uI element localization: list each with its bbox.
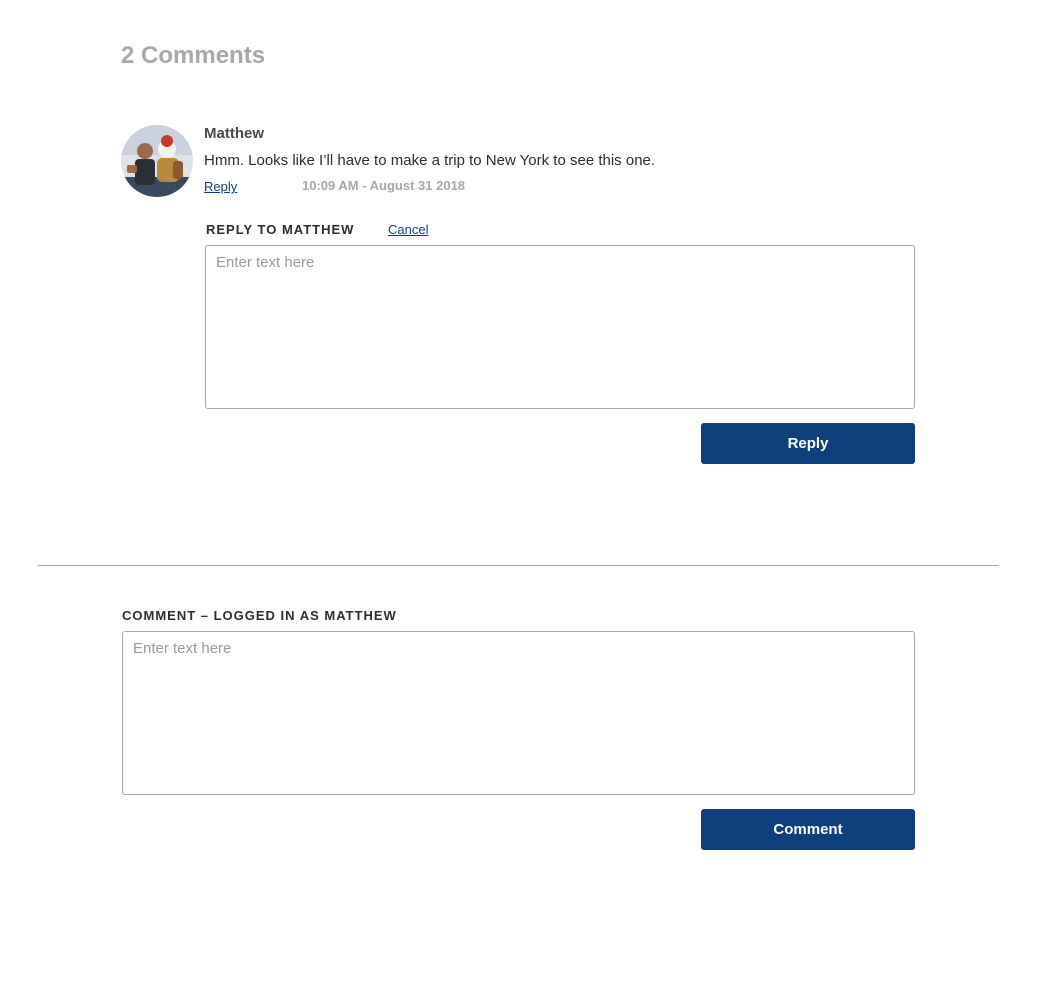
- comments-count-title: 2 Comments: [121, 42, 266, 69]
- user-avatar-photo-icon: [121, 125, 193, 197]
- reply-form-heading: REPLY TO MATTHEW: [206, 222, 355, 237]
- comment-item: Matthew Hmm. Looks like I’ll have to mak…: [121, 125, 921, 205]
- comment-timestamp: 10:09 AM - August 31 2018: [302, 178, 466, 193]
- cancel-reply-link[interactable]: Cancel: [388, 222, 428, 238]
- reply-link[interactable]: Reply: [204, 179, 237, 195]
- comment-submit-button[interactable]: Comment: [701, 809, 915, 850]
- comment-textarea[interactable]: [122, 631, 915, 795]
- comment-author: Matthew: [204, 125, 264, 142]
- reply-textarea[interactable]: [205, 245, 915, 409]
- section-divider: [38, 565, 999, 566]
- comment-form-heading: COMMENT – LOGGED IN AS MATTHEW: [122, 608, 397, 623]
- reply-submit-button[interactable]: Reply: [701, 423, 915, 464]
- avatar: [121, 125, 193, 197]
- comment-text: Hmm. Looks like I’ll have to make a trip…: [204, 152, 656, 169]
